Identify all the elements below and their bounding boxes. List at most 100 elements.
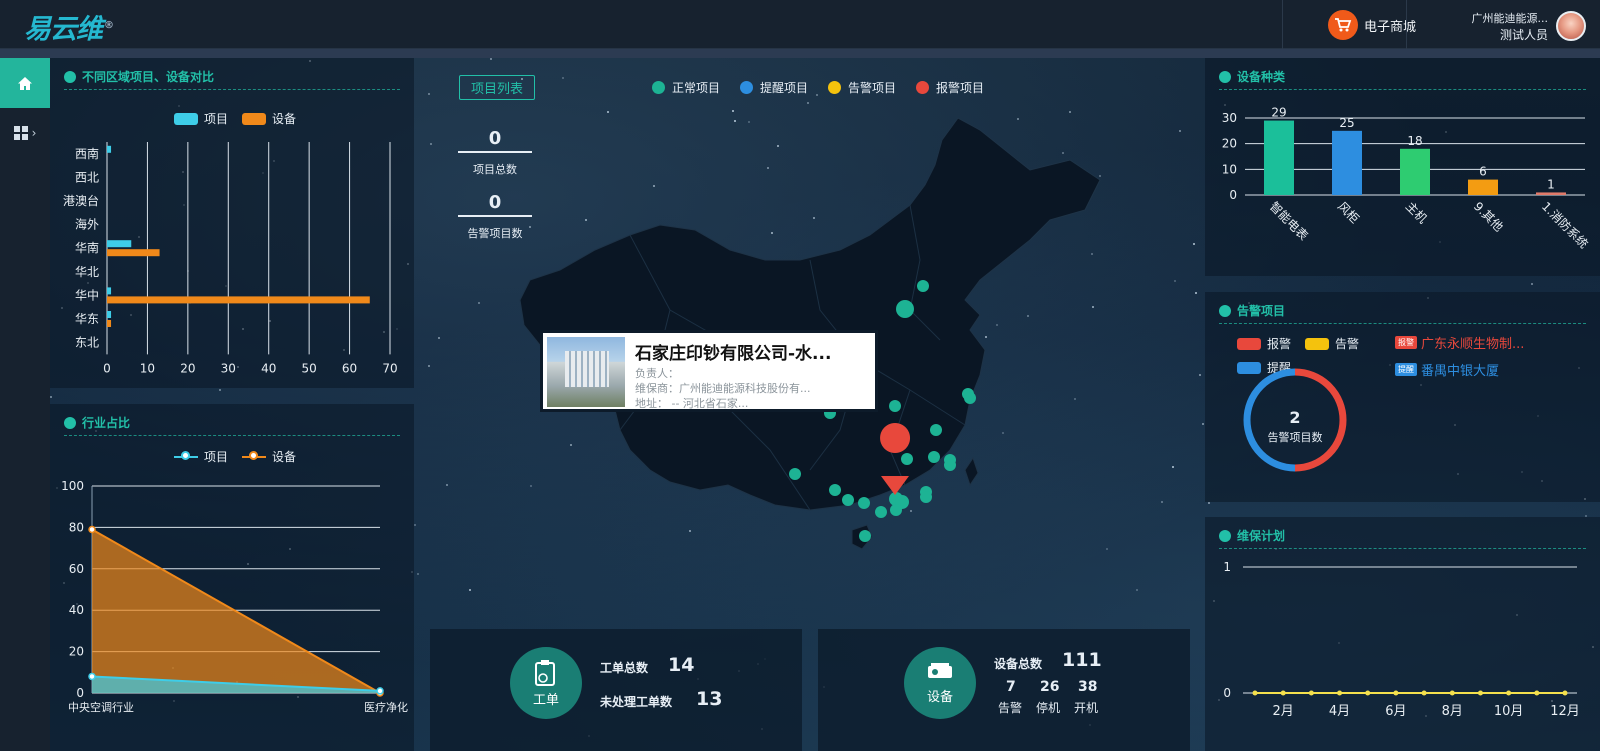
legend-swatch	[174, 112, 198, 125]
star	[219, 389, 222, 392]
star	[1192, 242, 1195, 245]
top-header: 易云维 ® 电子商城 广州能迪能源... 测试人员	[0, 0, 1600, 49]
star	[414, 523, 417, 526]
project-total-value: 0	[488, 128, 502, 149]
region-panel-title-text: 不同区域项目、设备对比	[82, 70, 215, 84]
star	[1195, 292, 1198, 295]
alarm-list-item[interactable]: 提醒 番禺中银大厦	[1395, 360, 1499, 379]
alarm-list-item[interactable]: 报警 广东永顺生物制...	[1395, 333, 1524, 352]
bar-project	[107, 240, 132, 248]
pie-icon	[64, 416, 76, 429]
project-popup[interactable]: 石家庄印钞有限公司-水... 负责人： 维保商：广州能迪能源科技股份有... 地…	[540, 330, 878, 412]
normal-dot-icon	[652, 81, 665, 94]
map-legend: 正常项目 提醒项目 告警项目 报警项目	[652, 79, 984, 96]
alarm-project-value: 0	[488, 192, 502, 213]
grid-icon	[13, 126, 28, 140]
project-photo	[547, 337, 625, 407]
industry-panel: 行业占比 项目 设备 0 20 40 60 80 100 中央空调行业 医疗净化	[50, 404, 414, 751]
device-type-title-text: 设备种类	[1237, 70, 1286, 84]
star	[438, 336, 441, 339]
user-menu[interactable]: 广州能迪能源... 测试人员	[1448, 10, 1549, 44]
legend-label: 报警项目	[936, 81, 985, 95]
y-tick-label: 10	[1222, 162, 1237, 176]
data-label: 18	[1407, 134, 1422, 148]
legend-remind[interactable]: 提醒项目	[740, 79, 808, 96]
sidebar-item-home[interactable]	[0, 58, 50, 108]
workorder-card[interactable]: 工单 工单总数 14 未处理工单数 13	[430, 629, 802, 751]
legend-alarm[interactable]: 报警项目	[916, 79, 984, 96]
y-tick-label: 0	[1223, 686, 1231, 700]
series-point	[1252, 690, 1258, 696]
alarm-project-name: 广东永顺生物制...	[1421, 337, 1525, 352]
star	[477, 302, 480, 305]
logo-text: 易云维	[24, 14, 103, 45]
popup-address: 地址： -- 河北省石家...	[635, 397, 749, 410]
industry-panel-title: 行业占比	[64, 414, 130, 431]
popup-provider: 维保商：广州能迪能源科技股份有...	[635, 382, 811, 395]
star	[1208, 501, 1211, 504]
star	[446, 484, 449, 487]
y-tick-label: 80	[69, 520, 84, 534]
user-name: 测试人员	[1499, 28, 1548, 42]
bar-project	[107, 287, 112, 295]
maintenance-line-chart: 012月 4月 6月 8月 10月 12月	[1223, 560, 1579, 719]
series-point	[1562, 690, 1568, 696]
workorder-icon-label: 工单	[532, 692, 559, 708]
x-tick-label: 30	[221, 361, 236, 375]
header-subbar	[0, 49, 1600, 58]
bar	[1332, 130, 1362, 195]
stat-underline	[458, 151, 532, 153]
y-tick-label: 港澳台	[63, 193, 99, 208]
series-point	[1477, 690, 1483, 696]
workorder-pending-label: 未处理工单数	[600, 695, 673, 709]
star	[1173, 279, 1176, 282]
y-tick-label: 100	[61, 479, 84, 493]
donut-value: 2	[1289, 408, 1301, 427]
maintenance-title-text: 维保计划	[1237, 529, 1286, 543]
legend-swatch	[242, 112, 267, 125]
legend-normal[interactable]: 正常项目	[652, 79, 720, 96]
x-tick-label: 主机	[1403, 199, 1430, 226]
y-tick-label: 60	[69, 562, 84, 576]
warning-dot-icon	[828, 81, 842, 94]
series-point	[1365, 690, 1371, 696]
y-tick-label: 0	[76, 686, 84, 700]
project-list-button[interactable]: 项目列表	[459, 75, 535, 100]
x-tick-label: 0	[103, 361, 111, 375]
y-tick-label: 华中	[75, 287, 99, 302]
star	[1199, 374, 1202, 377]
data-label: 29	[1271, 106, 1286, 120]
calendar-icon	[1219, 529, 1231, 542]
popup-title: 石家庄印钞有限公司-水...	[635, 344, 832, 364]
x-tick-label: 1.消防系统	[1539, 199, 1592, 252]
equipment-stop-value: 26	[1040, 679, 1060, 695]
legend-warning[interactable]: 告警项目	[828, 79, 896, 96]
series-point	[1506, 690, 1512, 696]
sidebar-item-apps[interactable]: ›	[0, 113, 50, 153]
equipment-run-label: 开机	[1074, 701, 1099, 715]
equipment-stop-label: 停机	[1036, 701, 1061, 715]
legend-label: 告警	[1335, 337, 1360, 351]
series-point	[1449, 690, 1455, 696]
x-tick-label: 10月	[1494, 704, 1524, 719]
series-point	[1280, 690, 1286, 696]
avatar[interactable]	[1556, 11, 1586, 41]
data-label: 25	[1339, 116, 1354, 130]
bar-device	[107, 296, 370, 304]
region-bar-chart: 0 10 20 30 40 50 60 70 西南西北港澳台海外华南华北华中华东东北	[63, 142, 398, 375]
y-tick-label: 华北	[75, 265, 99, 279]
equipment-alarm-label: 告警	[998, 701, 1023, 715]
series-point	[88, 525, 96, 534]
popup-manager: 负责人：	[635, 367, 679, 380]
maintenance-panel: 维保计划 0 1 2月 4月 6月 8月 10月 12月	[1205, 517, 1600, 751]
shop-link[interactable]: 电子商城	[1328, 10, 1416, 40]
legend-label: 正常项目	[672, 81, 721, 95]
title-divider	[64, 435, 400, 436]
project-total-label: 项目总数	[473, 163, 517, 176]
equipment-card[interactable]: 设备 设备总数 111 7 告警 26 停机 38 开机	[818, 629, 1190, 751]
device-type-panel-title: 设备种类	[1219, 68, 1285, 85]
alarm-panel-title: 告警项目	[1219, 302, 1285, 319]
logo[interactable]: 易云维 ®	[24, 7, 114, 46]
legend-swatch	[242, 450, 267, 460]
star	[1172, 465, 1175, 468]
